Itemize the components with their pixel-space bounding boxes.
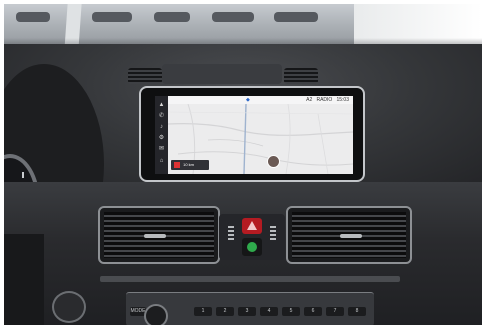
defrost-panel (162, 64, 282, 84)
route-distance: 10 km (183, 162, 195, 167)
preset-key-1[interactable]: 1 (194, 307, 212, 316)
infotainment-screen[interactable]: ▲ ✆ ♪ ⚙ ✉ ⌂ ◆ A2 RADIO 15:03 10 km (155, 96, 353, 174)
settings-icon[interactable]: ⚙ (158, 135, 165, 142)
air-vent-left[interactable] (98, 206, 220, 264)
phone-icon[interactable]: ✆ (158, 113, 165, 120)
gauge-tick (22, 172, 24, 178)
preset-key-3[interactable]: 3 (238, 307, 256, 316)
status-badge: A2 (306, 97, 313, 103)
hazard-button[interactable] (242, 218, 262, 234)
screen-sidebar: ▲ ✆ ♪ ⚙ ✉ ⌂ (155, 96, 168, 174)
nav-icon[interactable]: ▲ (158, 102, 165, 109)
parked-car (92, 12, 132, 22)
hazard-triangle-icon (247, 221, 257, 230)
volume-knob[interactable] (144, 304, 168, 325)
route-card[interactable]: 10 km (171, 160, 209, 170)
eco-button[interactable] (242, 238, 262, 256)
compass-icon: ◆ (246, 97, 250, 103)
parked-car (274, 12, 318, 22)
parked-car (212, 12, 254, 22)
radio-label: RADIO (316, 97, 333, 103)
defrost-vent-left (128, 68, 162, 84)
home-icon[interactable]: ⌂ (158, 158, 165, 165)
left-switch-panel (4, 234, 44, 325)
vent-thumbwheel-left[interactable] (228, 226, 234, 240)
preset-key-6[interactable]: 6 (304, 307, 322, 316)
preset-key-7[interactable]: 7 (326, 307, 344, 316)
vent-adjust-tab[interactable] (144, 234, 166, 238)
status-bar: ◆ A2 RADIO 15:03 (168, 96, 353, 104)
media-icon[interactable]: ♪ (158, 124, 165, 131)
green-indicator-icon (247, 242, 257, 252)
clock: 15:03 (336, 97, 349, 103)
car-interior-photo: ▲ ✆ ♪ ⚙ ✉ ⌂ ◆ A2 RADIO 15:03 10 km MODE … (4, 4, 482, 325)
defrost-vent-right (284, 68, 318, 84)
preset-key-4[interactable]: 4 (260, 307, 278, 316)
air-vent-right[interactable] (286, 206, 412, 264)
dash-trim (100, 276, 400, 282)
vent-thumbwheel-right[interactable] (270, 226, 276, 240)
vent-adjust-tab[interactable] (340, 234, 362, 238)
parked-car (154, 12, 190, 22)
parked-car (16, 12, 50, 22)
message-icon[interactable]: ✉ (158, 146, 165, 153)
preset-key-2[interactable]: 2 (216, 307, 234, 316)
status-text: A2 RADIO 15:03 (306, 96, 349, 104)
start-stop-button[interactable] (52, 291, 86, 323)
preset-key-5[interactable]: 5 (282, 307, 300, 316)
location-marker[interactable] (267, 155, 280, 168)
flag-icon (174, 162, 180, 168)
preset-key-8[interactable]: 8 (348, 307, 366, 316)
